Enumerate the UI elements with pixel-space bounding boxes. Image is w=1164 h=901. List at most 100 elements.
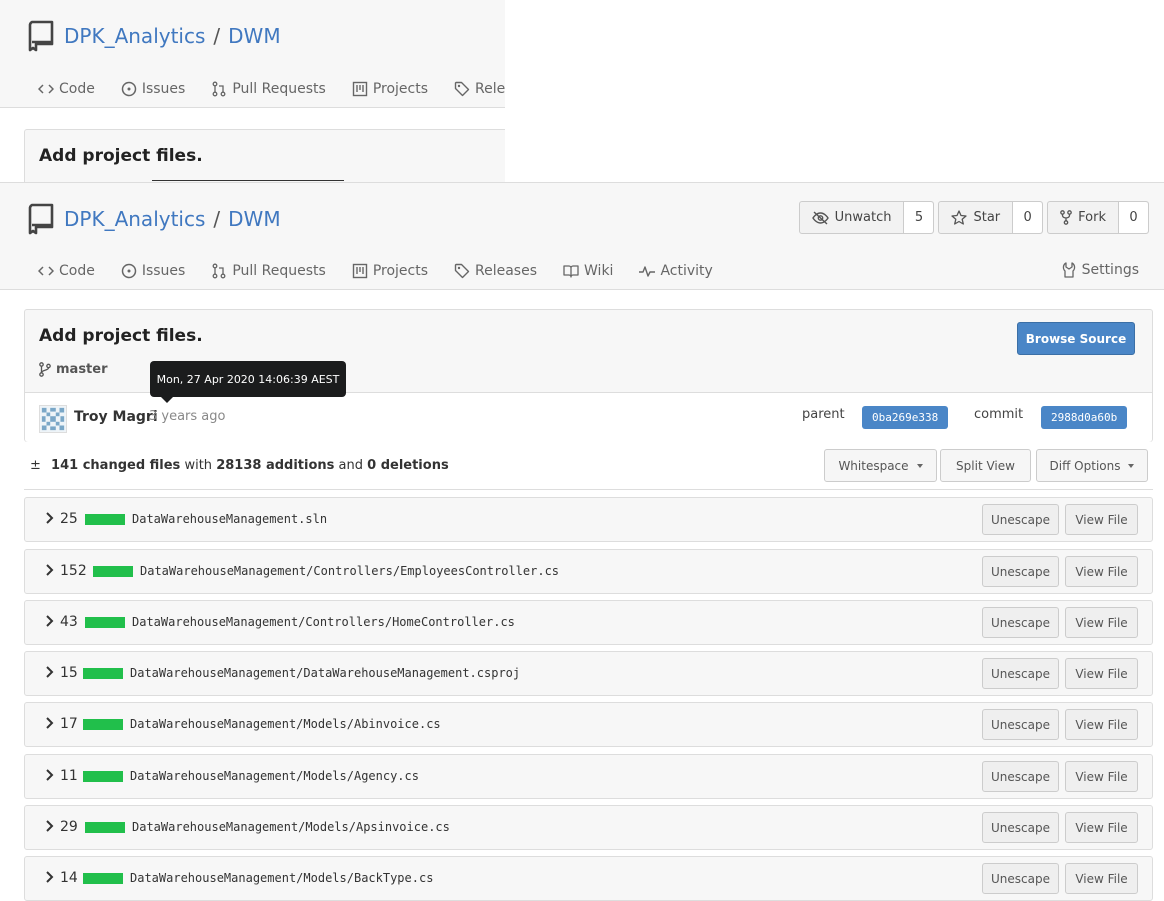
split-view-label: Split View bbox=[956, 458, 1015, 473]
tab-releases[interactable]: Releases bbox=[454, 263, 537, 279]
unescape-button[interactable]: Unescape bbox=[982, 556, 1059, 587]
star-counter: Star 0 bbox=[938, 201, 1044, 234]
unescape-button[interactable]: Unescape bbox=[982, 607, 1059, 638]
avatar[interactable] bbox=[39, 405, 67, 433]
additions-bar bbox=[83, 668, 123, 679]
additions-bar bbox=[93, 566, 133, 577]
tab-label: Wiki bbox=[584, 263, 614, 279]
unescape-button[interactable]: Unescape bbox=[982, 658, 1059, 689]
unescape-button[interactable]: Unescape bbox=[982, 812, 1059, 843]
additions-bar bbox=[85, 617, 125, 628]
commit-time[interactable]: 3 years ago bbox=[149, 409, 225, 424]
unescape-button[interactable]: Unescape bbox=[982, 863, 1059, 894]
star-count[interactable]: 0 bbox=[1013, 202, 1043, 233]
unescape-button[interactable]: Unescape bbox=[982, 761, 1059, 792]
chevron-right-icon[interactable] bbox=[43, 769, 55, 781]
unescape-button[interactable]: Unescape bbox=[982, 504, 1059, 535]
view-file-button[interactable]: View File bbox=[1065, 812, 1138, 843]
tab-settings[interactable]: Settings bbox=[1062, 262, 1139, 278]
repo-name-link[interactable]: DWM bbox=[228, 24, 280, 48]
additions-count: 28138 additions bbox=[216, 458, 335, 473]
view-file-button[interactable]: View File bbox=[1065, 504, 1138, 535]
caret-down-icon bbox=[1128, 463, 1135, 468]
fork-counter: Fork 0 bbox=[1047, 201, 1149, 234]
parent-sha-button[interactable]: 0ba269e338 bbox=[862, 406, 949, 429]
fork-icon bbox=[1060, 210, 1073, 225]
tab-issues[interactable]: Issues bbox=[121, 263, 185, 279]
commit-author[interactable]: Troy Magri bbox=[74, 409, 158, 425]
tab-releases[interactable]: Releases bbox=[454, 81, 505, 97]
chevron-right-icon[interactable] bbox=[43, 615, 55, 627]
chevron-right-icon[interactable] bbox=[43, 871, 55, 883]
repo-separator: / bbox=[213, 24, 221, 48]
repo-name-link[interactable]: DWM bbox=[228, 207, 280, 231]
chevron-right-icon[interactable] bbox=[43, 512, 55, 524]
view-file-button[interactable]: View File bbox=[1065, 863, 1138, 894]
split-view-button[interactable]: Split View bbox=[940, 449, 1031, 482]
commit-meta: Troy Magri 3 years ago parent 0ba269e338… bbox=[25, 392, 1152, 442]
browse-source-button[interactable]: Browse Source bbox=[1017, 322, 1135, 355]
deletions-count: 0 deletions bbox=[367, 458, 449, 473]
tab-code[interactable]: Code bbox=[38, 81, 95, 97]
star-button[interactable]: Star bbox=[939, 202, 1014, 233]
unwatch-button[interactable]: Unwatch bbox=[800, 202, 905, 233]
file-path: DataWarehouseManagement/Models/Abinvoice… bbox=[130, 717, 441, 731]
tab-projects[interactable]: Projects bbox=[352, 263, 428, 279]
changed-files-count[interactable]: 141 changed files bbox=[51, 458, 180, 473]
chevron-right-icon[interactable] bbox=[43, 666, 55, 678]
tab-label: Projects bbox=[372, 263, 429, 279]
tab-issues[interactable]: Issues bbox=[121, 81, 185, 97]
unescape-button[interactable]: Unescape bbox=[982, 709, 1059, 740]
commit-sha-button[interactable]: 2988d0a60b bbox=[1041, 406, 1128, 429]
fork-button[interactable]: Fork bbox=[1048, 202, 1119, 233]
fork-count[interactable]: 0 bbox=[1119, 202, 1148, 233]
file-row[interactable]: 15 DataWarehouseManagement/DataWarehouseM… bbox=[24, 651, 1153, 696]
tab-code[interactable]: Code bbox=[38, 263, 95, 279]
additions-bar bbox=[83, 719, 123, 730]
tab-projects[interactable]: Projects bbox=[352, 81, 428, 97]
file-row[interactable]: 29 DataWarehouseManagement/Models/Apsinvo… bbox=[24, 805, 1153, 850]
watch-count[interactable]: 5 bbox=[904, 202, 934, 233]
repo-icon bbox=[28, 20, 54, 52]
repo-owner-link[interactable]: DPK_Analytics bbox=[64, 207, 205, 231]
whitespace-label: Whitespace bbox=[838, 458, 909, 473]
file-change-count: 29 bbox=[60, 819, 78, 835]
file-row[interactable]: 43 DataWarehouseManagement/Controllers/Ho… bbox=[24, 600, 1153, 645]
chevron-right-icon[interactable] bbox=[43, 717, 55, 729]
additions-bar bbox=[83, 771, 123, 782]
branch-icon bbox=[39, 362, 51, 377]
tab-label: Releases bbox=[475, 263, 538, 279]
view-file-button[interactable]: View File bbox=[1065, 658, 1138, 689]
file-change-count: 152 bbox=[60, 563, 87, 579]
commit-time-tooltip: Mon, 27 Apr 2020 14:06:39 AEST bbox=[150, 361, 346, 403]
commit-branch[interactable]: master bbox=[39, 362, 108, 377]
file-row[interactable]: 25 DataWarehouseManagement.sln Unescape Vie… bbox=[24, 497, 1153, 542]
file-row[interactable]: 14 DataWarehouseManagement/Models/BackTyp… bbox=[24, 856, 1153, 901]
file-row[interactable]: 11 DataWarehouseManagement/Models/Agency.… bbox=[24, 754, 1153, 799]
view-file-button[interactable]: View File bbox=[1065, 761, 1138, 792]
file-path: DataWarehouseManagement/Models/Agency.cs bbox=[130, 769, 419, 783]
repo-owner-link[interactable]: DPK_Analytics bbox=[64, 24, 205, 48]
plus-minus-icon: ± bbox=[30, 458, 41, 473]
file-row[interactable]: 152 DataWarehouseManagement/Controllers/E… bbox=[24, 549, 1153, 594]
tab-label: Pull Requests bbox=[232, 81, 326, 97]
chevron-right-icon[interactable] bbox=[43, 820, 55, 832]
tab-pull-requests[interactable]: Pull Requests bbox=[211, 81, 326, 97]
tab-activity[interactable]: Activity bbox=[639, 263, 713, 279]
diff-options-label: Diff Options bbox=[1049, 458, 1121, 473]
file-change-count: 43 bbox=[60, 614, 78, 630]
file-row[interactable]: 17 DataWarehouseManagement/Models/Abinvoi… bbox=[24, 702, 1153, 747]
pull-request-icon bbox=[212, 263, 226, 279]
chevron-right-icon[interactable] bbox=[43, 564, 55, 576]
diff-options-dropdown[interactable]: Diff Options bbox=[1036, 449, 1148, 482]
additions-bar bbox=[85, 822, 125, 833]
tab-label: Code bbox=[59, 263, 95, 279]
tab-wiki[interactable]: Wiki bbox=[563, 263, 613, 279]
view-file-button[interactable]: View File bbox=[1065, 709, 1138, 740]
tab-pull-requests[interactable]: Pull Requests bbox=[211, 263, 326, 279]
file-path: DataWarehouseManagement/Controllers/Home… bbox=[132, 615, 515, 629]
view-file-button[interactable]: View File bbox=[1065, 607, 1138, 638]
whitespace-dropdown[interactable]: Whitespace bbox=[824, 449, 937, 482]
stats-and: and bbox=[338, 458, 363, 473]
view-file-button[interactable]: View File bbox=[1065, 556, 1138, 587]
